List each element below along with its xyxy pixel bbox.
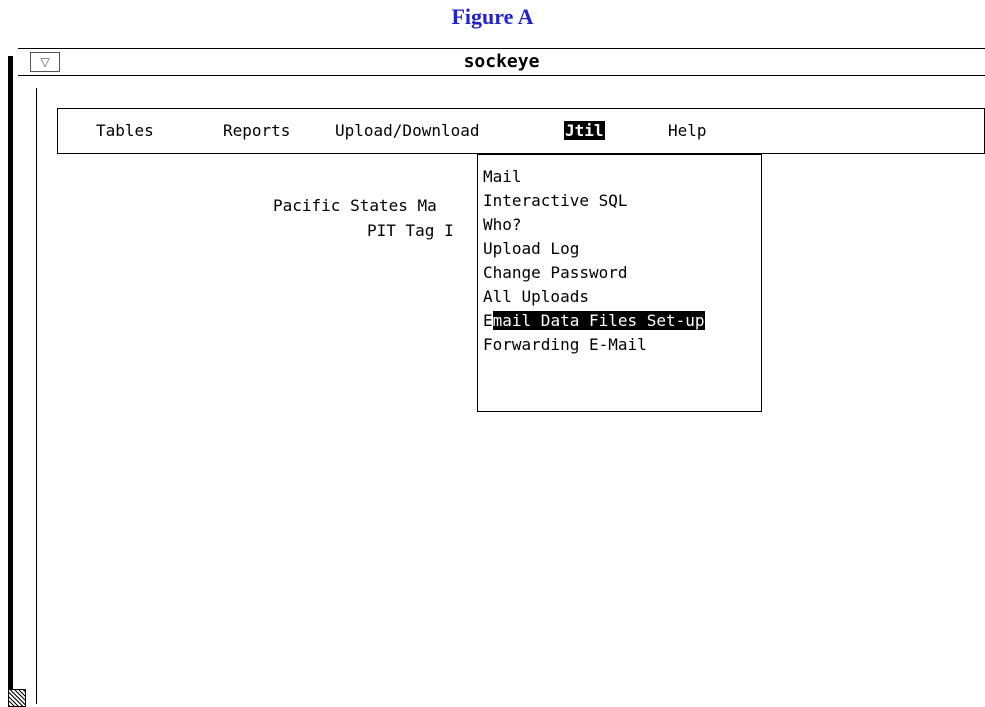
window-left-border (8, 56, 13, 707)
window-inner-border (36, 88, 37, 704)
menu-item-change-password[interactable]: Change Password (478, 261, 761, 285)
menu-tables[interactable]: Tables (96, 109, 154, 153)
menu-help[interactable]: Help (668, 109, 707, 153)
window-title: sockeye (463, 51, 540, 72)
menu-reports[interactable]: Reports (223, 109, 290, 153)
org-name-text: Pacific States Ma (273, 196, 437, 215)
menu-item-forwarding-email[interactable]: Forwarding E-Mail (478, 333, 761, 357)
resize-grip-icon[interactable] (8, 689, 26, 707)
menu-item-email-rest: mail Data Files Set-up (492, 311, 705, 330)
menu-item-mail[interactable]: Mail (478, 165, 761, 189)
window-menu-icon[interactable]: ▽ (30, 52, 60, 72)
menu-util[interactable]: Jtil (564, 109, 605, 153)
title-bar[interactable]: sockeye ▽ (18, 48, 985, 76)
menu-util-label: Jtil (564, 121, 605, 140)
menu-item-email-data-files-setup[interactable]: Email Data Files Set-up (478, 309, 761, 333)
menu-item-who[interactable]: Who? (478, 213, 761, 237)
util-dropdown-menu: Mail Interactive SQL Who? Upload Log Cha… (477, 154, 762, 412)
figure-caption: Figure A (451, 4, 534, 29)
menubar: Tables Reports Upload/Download Jtil Help (57, 108, 985, 154)
menu-item-all-uploads[interactable]: All Uploads (478, 285, 761, 309)
sockeye-window: sockeye ▽ Tables Reports Upload/Download… (8, 38, 985, 707)
system-name-text: PIT Tag I (367, 221, 454, 240)
menu-item-interactive-sql[interactable]: Interactive SQL (478, 189, 761, 213)
menu-upload-download[interactable]: Upload/Download (335, 109, 480, 153)
menu-item-upload-log[interactable]: Upload Log (478, 237, 761, 261)
menu-item-email-first: E (483, 311, 493, 330)
